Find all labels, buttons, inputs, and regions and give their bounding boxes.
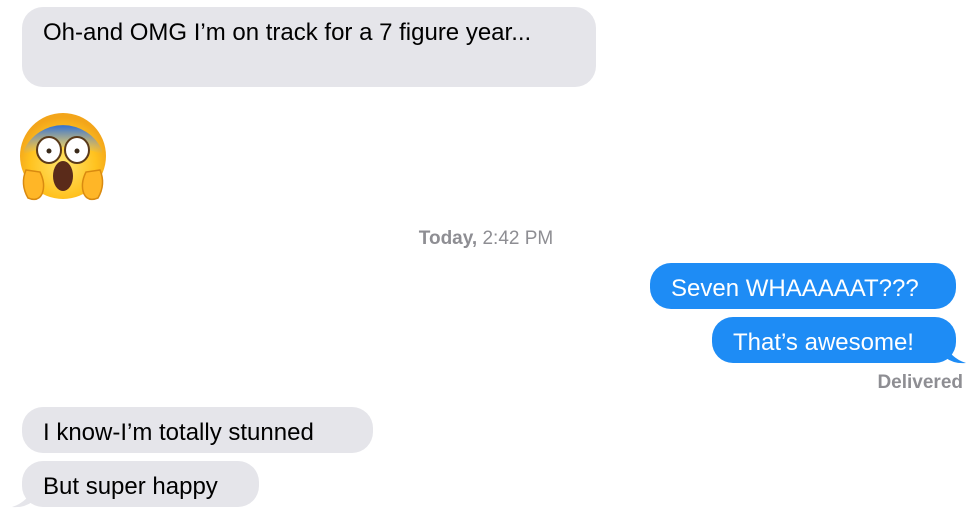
screaming-face-emoji-icon[interactable]: [16, 110, 110, 204]
incoming-message[interactable]: Oh-and OMG I’m on track for a 7 figure y…: [22, 7, 596, 87]
timestamp-day: Today,: [418, 228, 478, 249]
delivery-status: Delivered: [877, 372, 963, 393]
bubble-tail-icon: [944, 342, 966, 364]
outgoing-message[interactable]: Seven WHAAAAAT???: [650, 263, 956, 309]
incoming-message[interactable]: I know-I’m totally stunned: [22, 407, 373, 453]
message-text: I know-I’m totally stunned: [43, 419, 314, 446]
timestamp-time: 2:42 PM: [482, 228, 554, 249]
message-text: Seven WHAAAAAT???: [671, 275, 919, 302]
outgoing-message[interactable]: That’s awesome!: [712, 317, 956, 363]
incoming-message[interactable]: But super happy: [22, 461, 259, 507]
message-text: But super happy: [43, 473, 218, 500]
message-text: Oh-and OMG I’m on track for a 7 figure y…: [43, 19, 532, 46]
timestamp: Today, 2:42 PM: [0, 228, 972, 250]
message-text: That’s awesome!: [733, 329, 914, 356]
bubble-tail-icon: [12, 486, 34, 508]
